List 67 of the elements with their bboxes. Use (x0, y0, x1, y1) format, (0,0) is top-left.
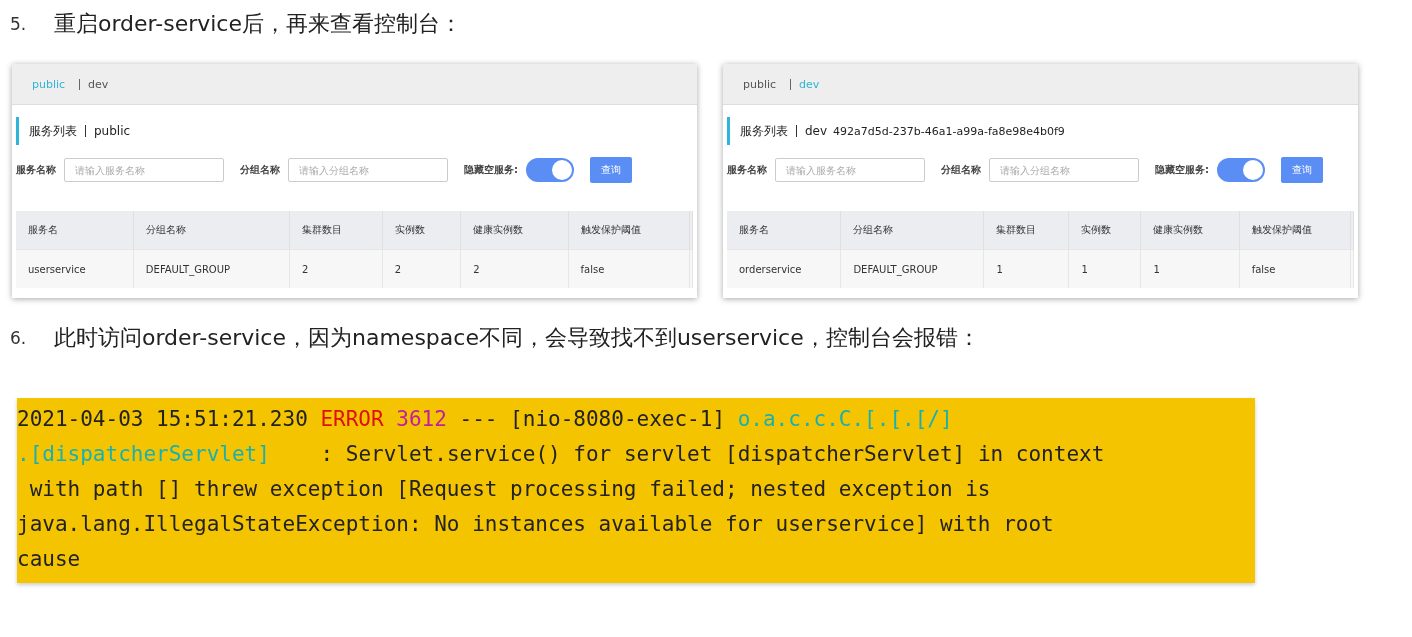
query-button[interactable]: 查询 (1281, 157, 1323, 183)
column-header: 服务名 (16, 211, 134, 250)
log-text: with path [] threw exception [Request processing failed; nested exception is (28, 477, 991, 501)
log-text: .[dispatcherServlet] (17, 442, 270, 466)
column-header: 分组名称 (133, 211, 290, 250)
column-header: 实例数 (382, 211, 461, 250)
namespace-tab[interactable]: public (739, 77, 781, 91)
namespace-name: dev (805, 124, 828, 138)
log-text: cause (17, 547, 81, 571)
log-text: 3612 (396, 407, 447, 431)
field-label: 服务名称 (16, 163, 56, 177)
table-cell: 1 (1069, 249, 1141, 288)
table-cell: false (1239, 249, 1351, 288)
table-cell: 1 (1141, 249, 1240, 288)
column-header: 服务名 (727, 211, 841, 250)
table-cell: DEFAULT_GROUP (133, 249, 290, 288)
divider-bar (79, 78, 81, 90)
step-number: 5. (10, 14, 28, 34)
table-cell: 1 (983, 249, 1069, 288)
panel-title: 服务列表 (740, 122, 788, 140)
log-text: 2021-04-03 15:51:21.230 (17, 407, 309, 431)
step-text: 此时访问order-service，因为namespace不同，会导致找不到userservice，控制台会报错： (54, 324, 980, 352)
column-header: 集群数目 (983, 211, 1069, 250)
field-label: 分组名称 (941, 163, 981, 177)
field-label: 服务名称 (727, 163, 767, 177)
column-header: 健康实例数 (460, 211, 568, 250)
log-text: java.lang.IllegalStateException: No instances available for userservice] with root (17, 512, 1054, 536)
panel-title: 服务列表 (29, 122, 77, 140)
toggle-switch[interactable] (526, 158, 574, 182)
field-label: 隐藏空服务: (464, 163, 518, 177)
table-cell: 2 (289, 249, 383, 288)
log-text: o.a.c.c.C.[.[.[/] (737, 407, 953, 431)
divider-bar (790, 78, 792, 90)
divider-bar (85, 125, 86, 137)
log-text: ERROR (320, 407, 384, 431)
accent-bar (727, 117, 730, 145)
table-cell: DEFAULT_GROUP (840, 249, 984, 288)
namespace-tab[interactable]: dev (84, 77, 113, 91)
service-name-field[interactable]: 请输入服务名称 (775, 158, 925, 182)
service-name-field[interactable]: 请输入服务名称 (64, 158, 224, 182)
step-number: 6. (10, 328, 28, 348)
column-header: 分组名称 (840, 211, 984, 250)
log-text: --- [nio-8080-exec-1] (458, 407, 727, 431)
step-text: 重启order-service后，再来查看控制台： (54, 10, 462, 38)
field-label: 分组名称 (240, 163, 280, 177)
namespace-id: 492a7d5d-237b-46a1-a99a-fa8e98e4b0f9 (833, 124, 1065, 138)
namespace-tab[interactable]: dev (795, 77, 824, 91)
column-header: 触发保护阈值 (1239, 211, 1351, 250)
table-cell: userservice (16, 249, 134, 288)
log-text: : Servlet.service() for servlet [dispatcherServlet] in context (319, 442, 1105, 466)
group-name-field[interactable]: 请输入分组名称 (989, 158, 1139, 182)
namespace-tab[interactable]: public (28, 77, 70, 91)
table-cell: 2 (460, 249, 568, 288)
column-header: 健康实例数 (1141, 211, 1240, 250)
table-cell: orderservice (727, 249, 841, 288)
query-button[interactable]: 查询 (590, 157, 632, 183)
field-label: 隐藏空服务: (1155, 163, 1209, 177)
column-header: 实例数 (1069, 211, 1141, 250)
divider-bar (796, 125, 797, 137)
column-header: 集群数目 (289, 211, 383, 250)
table-cell: false (568, 249, 690, 288)
namespace-name: public (94, 124, 131, 138)
toggle-switch[interactable] (1217, 158, 1265, 182)
table-cell: 2 (382, 249, 461, 288)
accent-bar (16, 117, 19, 145)
group-name-field[interactable]: 请输入分组名称 (288, 158, 448, 182)
column-header: 触发保护阈值 (568, 211, 690, 250)
